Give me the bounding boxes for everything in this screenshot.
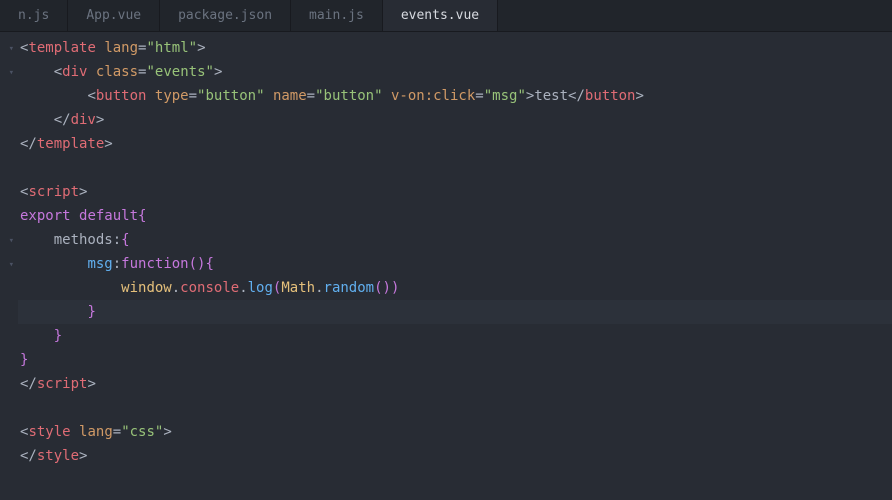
code-line[interactable] (18, 156, 892, 180)
code-line[interactable]: <div class="events"> (18, 60, 892, 84)
tab-eventsvue[interactable]: events.vue (383, 0, 498, 31)
code-line[interactable]: msg:function(){ (18, 252, 892, 276)
tab-bar: n.js App.vue package.json main.js events… (0, 0, 892, 32)
code-area[interactable]: <template lang="html"> <div class="event… (18, 32, 892, 500)
code-line[interactable]: </div> (18, 108, 892, 132)
code-line[interactable]: </style> (18, 444, 892, 468)
code-line[interactable]: </template> (18, 132, 892, 156)
tab-mainjs[interactable]: main.js (291, 0, 383, 31)
tab-appvue[interactable]: App.vue (68, 0, 160, 31)
editor[interactable]: ▾ ▾ ▾ ▾ <template lang="html"> <div clas… (0, 32, 892, 500)
code-line[interactable] (18, 396, 892, 420)
code-line[interactable]: } (18, 300, 892, 324)
code-line[interactable]: window.console.log(Math.random()) (18, 276, 892, 300)
code-line[interactable]: methods:{ (18, 228, 892, 252)
tab-njs[interactable]: n.js (0, 0, 68, 31)
code-line[interactable]: export default{ (18, 204, 892, 228)
code-line[interactable] (18, 468, 892, 492)
code-line[interactable]: <template lang="html"> (18, 36, 892, 60)
code-line[interactable]: <style lang="css"> (18, 420, 892, 444)
code-line[interactable]: <script> (18, 180, 892, 204)
code-line[interactable]: } (18, 348, 892, 372)
gutter: ▾ ▾ ▾ ▾ (0, 32, 18, 500)
tab-packagejson[interactable]: package.json (160, 0, 291, 31)
code-line[interactable]: </script> (18, 372, 892, 396)
code-line[interactable]: <button type="button" name="button" v-on… (18, 84, 892, 108)
code-line[interactable]: } (18, 324, 892, 348)
